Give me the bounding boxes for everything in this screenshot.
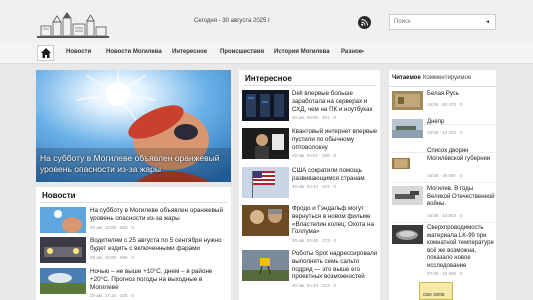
header: Сегодня - 30 августа 2025 г Поиск ◄ bbox=[0, 0, 533, 42]
sidebar-meta: 16:06 · 44 242 · 0 bbox=[427, 130, 463, 135]
interesting-thumbnail bbox=[242, 167, 289, 198]
sidebar-thumbnail bbox=[392, 119, 423, 138]
sidebar-tabs: Читаемое Комментируемое bbox=[389, 70, 496, 87]
interesting-item[interactable]: США сократили помощь развивающимся стран… bbox=[242, 167, 381, 203]
sidebar-title[interactable]: Могилев. В годы Великой Отечественной во… bbox=[427, 186, 495, 209]
tab-most-read[interactable]: Читаемое bbox=[392, 75, 421, 81]
news-thumbnail bbox=[40, 237, 86, 263]
interesting-thumbnail bbox=[242, 90, 289, 121]
sidebar-meta: 16:06 · 48 697 · 0 bbox=[427, 173, 463, 178]
news-thumbnail bbox=[40, 268, 86, 294]
nav-item-news[interactable]: Новости bbox=[66, 49, 91, 55]
interesting-item[interactable]: Dell впервые больше заработала на сервер… bbox=[242, 90, 381, 126]
rss-icon[interactable] bbox=[358, 16, 371, 29]
sidebar-thumbnail bbox=[392, 225, 423, 244]
news-title[interactable]: Водителям с 25 августа по 5 сентября нуж… bbox=[90, 237, 230, 253]
search-input[interactable]: Поиск ◄ bbox=[389, 14, 496, 30]
sidebar-meta: 07:45 · 42 806 · 0 bbox=[427, 271, 463, 276]
tab-most-commented[interactable]: Комментируемое bbox=[423, 75, 471, 81]
news-meta: 29 авг, 17:10 · 328 · 0 bbox=[90, 293, 135, 298]
hero-article[interactable]: На субботу в Могилеве объявлен оранжевый… bbox=[36, 70, 231, 182]
interesting-meta: 30 авг, 08:00 · 301 · 0 bbox=[292, 115, 337, 120]
news-thumbnail bbox=[40, 207, 86, 233]
current-date: Сегодня - 30 августа 2025 г bbox=[194, 18, 271, 24]
sidebar-item[interactable]: Могилев. В годы Великой Отечественной во… bbox=[392, 186, 496, 223]
sidebar-title[interactable]: Днепр bbox=[427, 119, 495, 127]
home-icon[interactable] bbox=[37, 45, 54, 61]
nav-item-mogilev-news[interactable]: Новости Могилева bbox=[106, 49, 162, 55]
interesting-title[interactable]: Фродо и Гэндальф могут вернуться в новом… bbox=[292, 205, 380, 236]
interesting-title[interactable]: Dell впервые больше заработала на сервер… bbox=[292, 90, 380, 113]
interesting-thumbnail bbox=[242, 250, 289, 281]
search-placeholder: Поиск bbox=[394, 19, 411, 25]
interesting-item[interactable]: Квантовый интернет впервые пустили по об… bbox=[242, 128, 381, 164]
interesting-title[interactable]: США сократили помощь развивающимся стран… bbox=[292, 167, 380, 183]
sidebar-item[interactable]: Список дворян Могилёвской губернии 16:06… bbox=[392, 148, 496, 183]
sidebar-meta: 16:08 · 83 470 · 0 bbox=[427, 102, 463, 107]
news-item[interactable]: На субботу в Могилеве объявлен оранжевый… bbox=[40, 207, 227, 235]
news-meta: 29 авг, 16:00 · 566 · 0 bbox=[90, 255, 135, 260]
news-meta: 29 авг, 18:06 · 860 · 0 bbox=[90, 225, 135, 230]
sidebar-thumbnail bbox=[392, 186, 423, 205]
interesting-section-title: Интересное bbox=[245, 74, 292, 83]
sidebar-thumbnail bbox=[392, 157, 410, 170]
sidebar-meta: 16:08 · 43 553 · 0 bbox=[427, 213, 463, 218]
nav-item-misc[interactable]: Разное bbox=[341, 49, 362, 55]
sidebar-thumbnail bbox=[392, 91, 423, 110]
nav-item-interesting[interactable]: Интересное bbox=[172, 49, 207, 55]
ad-banner[interactable]: СБК 30/08 bbox=[419, 282, 453, 300]
sidebar-title[interactable]: Белая Русь bbox=[427, 91, 495, 99]
search-submit-icon[interactable]: ◄ bbox=[485, 19, 490, 25]
popular-sidebar: Читаемое Комментируемое Белая Русь 16:08… bbox=[389, 70, 496, 300]
nav-more-icon[interactable]: » bbox=[361, 49, 364, 55]
news-item[interactable]: Ночью – не выше +10°C, днем – в районе +… bbox=[40, 268, 230, 298]
interesting-thumbnail bbox=[242, 205, 289, 236]
interesting-meta: 30 авг, 04:46 · 273 · 0 bbox=[292, 238, 337, 243]
site-logo[interactable] bbox=[37, 12, 109, 39]
nav-item-incidents[interactable]: Происшествия bbox=[220, 49, 264, 55]
news-section-title: Новости bbox=[42, 191, 76, 200]
interesting-section: Интересное Dell впервые больше заработал… bbox=[239, 70, 380, 300]
news-item[interactable]: Водителям с 25 августа по 5 сентября нуж… bbox=[40, 237, 227, 265]
sidebar-title[interactable]: Сверхпроводимость материала LK-99 при ко… bbox=[427, 225, 495, 271]
interesting-meta: 30 авг, 04:57 · 286 · 0 bbox=[292, 153, 337, 158]
interesting-title[interactable]: Квантовый интернет впервые пустили по об… bbox=[292, 128, 380, 151]
news-section: Новости На субботу в Могилеве объявлен о… bbox=[36, 187, 231, 300]
divider bbox=[40, 202, 227, 203]
sidebar-item[interactable]: Сверхпроводимость материала LK-99 при ко… bbox=[392, 225, 496, 278]
interesting-title[interactable]: Роботы Spot надрессировали выполнять сем… bbox=[292, 250, 380, 281]
news-title[interactable]: На субботу в Могилеве объявлен оранжевый… bbox=[90, 207, 230, 223]
interesting-item[interactable]: Роботы Spot надрессировали выполнять сем… bbox=[242, 250, 381, 288]
interesting-meta: 30 авг, 04:44 · 374 · 0 bbox=[292, 184, 337, 189]
hero-caption[interactable]: На субботу в Могилеве объявлен оранжевый… bbox=[40, 153, 226, 175]
sidebar-title[interactable]: Список дворян Могилёвской губернии bbox=[427, 148, 495, 163]
interesting-thumbnail bbox=[242, 128, 289, 159]
ad-text: СБК 30/08 bbox=[423, 292, 445, 297]
news-title[interactable]: Ночью – не выше +10°C, днем – в районе +… bbox=[90, 268, 230, 292]
divider bbox=[242, 85, 377, 86]
interesting-meta: 30 авг, 04:43 · 213 · 0 bbox=[292, 283, 337, 288]
main-nav: Новости Новости Могилева Интересное Прои… bbox=[0, 42, 533, 64]
interesting-item[interactable]: Фродо и Гэндальф могут вернуться в новом… bbox=[242, 205, 381, 243]
nav-item-mogilev-history[interactable]: История Могилева bbox=[274, 49, 330, 55]
